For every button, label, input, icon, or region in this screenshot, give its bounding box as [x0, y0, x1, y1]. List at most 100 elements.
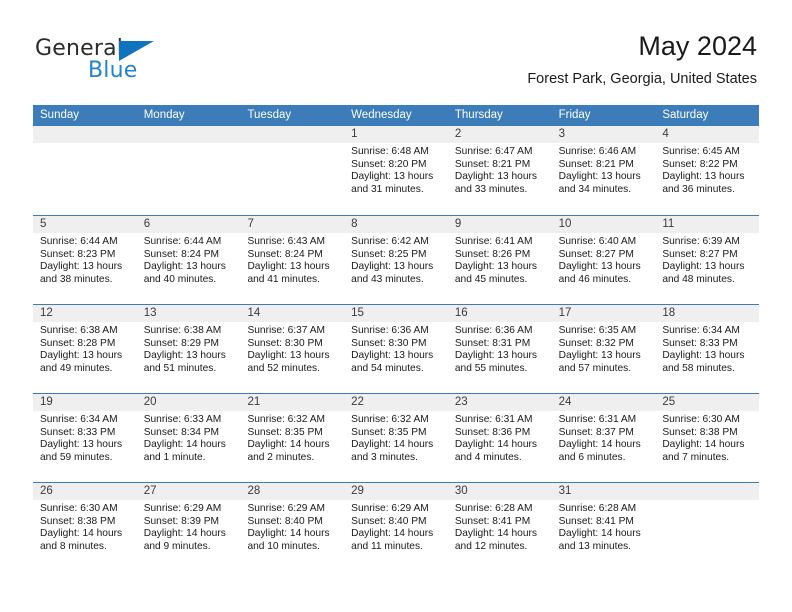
page-header: General Blue May 2024 Forest Park, Georg… — [0, 0, 792, 100]
day-cell[interactable]: 12 Sunrise: 6:38 AM Sunset: 8:28 PM Dayl… — [33, 305, 137, 393]
sunrise-text: Sunrise: 6:43 AM — [247, 236, 326, 247]
sunrise-text: Sunrise: 6:41 AM — [454, 236, 533, 247]
day-cell[interactable]: 4 Sunrise: 6:45 AM Sunset: 8:22 PM Dayli… — [655, 126, 760, 215]
day-details: Sunrise: 6:42 AM Sunset: 8:25 PM Dayligh… — [344, 233, 448, 286]
day-cell[interactable]: 1 Sunrise: 6:48 AM Sunset: 8:20 PM Dayli… — [344, 126, 448, 215]
day-cell[interactable]: 22 Sunrise: 6:32 AM Sunset: 8:35 PM Dayl… — [344, 394, 448, 482]
day-cell[interactable]: 9 Sunrise: 6:41 AM Sunset: 8:26 PM Dayli… — [447, 216, 552, 304]
daylight-text-line2: and 33 minutes. — [454, 183, 528, 195]
day-cell[interactable]: 26 Sunrise: 6:30 AM Sunset: 8:38 PM Dayl… — [33, 483, 137, 571]
sunset-text: Sunset: 8:33 PM — [662, 337, 738, 349]
daylight-text-line1: Daylight: 14 hours — [558, 528, 641, 540]
sunset-text: Sunset: 8:24 PM — [247, 248, 323, 260]
sunrise-text: Sunrise: 6:39 AM — [662, 236, 740, 247]
day-number: 25 — [655, 394, 760, 411]
day-cell[interactable]: 13 Sunrise: 6:38 AM Sunset: 8:29 PM Dayl… — [136, 305, 241, 393]
day-cell[interactable]: 31 Sunrise: 6:28 AM Sunset: 8:41 PM Dayl… — [551, 483, 656, 571]
daylight-text-line2: and 31 minutes. — [351, 183, 424, 195]
sunrise-text: Sunrise: 6:44 AM — [40, 236, 118, 247]
sunrise-text: Sunrise: 6:38 AM — [143, 325, 222, 336]
day-cell[interactable]: 10 Sunrise: 6:40 AM Sunset: 8:27 PM Dayl… — [551, 216, 656, 304]
day-number: 20 — [136, 394, 241, 411]
day-cell[interactable]: 27 Sunrise: 6:29 AM Sunset: 8:39 PM Dayl… — [136, 483, 241, 571]
day-details: Sunrise: 6:41 AM Sunset: 8:26 PM Dayligh… — [448, 233, 552, 286]
day-number: 4 — [655, 126, 760, 143]
weekday-header-saturday: Saturday — [662, 109, 709, 121]
day-number: 31 — [551, 483, 656, 500]
day-number: 14 — [240, 305, 345, 322]
daylight-text-line1: Daylight: 13 hours — [143, 350, 226, 362]
daylight-text-line2: and 57 minutes. — [558, 362, 632, 374]
day-cell[interactable]: 17 Sunrise: 6:35 AM Sunset: 8:32 PM Dayl… — [551, 305, 656, 393]
day-cell[interactable]: 20 Sunrise: 6:33 AM Sunset: 8:34 PM Dayl… — [136, 394, 241, 482]
day-cell[interactable]: 29 Sunrise: 6:29 AM Sunset: 8:40 PM Dayl… — [344, 483, 448, 571]
day-details: Sunrise: 6:28 AM Sunset: 8:41 PM Dayligh… — [552, 500, 656, 553]
day-cell[interactable]: 28 Sunrise: 6:29 AM Sunset: 8:40 PM Dayl… — [240, 483, 345, 571]
day-cell[interactable]: 8 Sunrise: 6:42 AM Sunset: 8:25 PM Dayli… — [344, 216, 448, 304]
sunrise-text: Sunrise: 6:30 AM — [40, 503, 118, 514]
day-number: 10 — [551, 216, 656, 233]
daylight-text-line1: Daylight: 13 hours — [351, 171, 434, 183]
sunset-text: Sunset: 8:28 PM — [40, 337, 116, 349]
sunrise-text: Sunrise: 6:28 AM — [558, 503, 637, 514]
day-cell[interactable]: 6 Sunrise: 6:44 AM Sunset: 8:24 PM Dayli… — [136, 216, 241, 304]
general-blue-logo[interactable]: General Blue — [35, 36, 215, 84]
day-cell-empty — [655, 483, 760, 571]
day-cell[interactable]: 25 Sunrise: 6:30 AM Sunset: 8:38 PM Dayl… — [655, 394, 760, 482]
weekday-header-friday: Friday — [558, 109, 591, 121]
sunrise-text: Sunrise: 6:32 AM — [247, 414, 326, 425]
day-number — [240, 126, 345, 143]
day-cell[interactable]: 30 Sunrise: 6:28 AM Sunset: 8:41 PM Dayl… — [447, 483, 552, 571]
daylight-text-line1: Daylight: 14 hours — [351, 439, 434, 451]
calendar-grid: Sunday Monday Tuesday Wednesday Thursday… — [33, 105, 760, 571]
calendar-page: General Blue May 2024 Forest Park, Georg… — [0, 0, 792, 612]
day-cell[interactable]: 18 Sunrise: 6:34 AM Sunset: 8:33 PM Dayl… — [655, 305, 760, 393]
daylight-text-line1: Daylight: 14 hours — [143, 528, 226, 540]
daylight-text-line1: Daylight: 13 hours — [662, 171, 745, 183]
daylight-text-line1: Daylight: 14 hours — [40, 528, 123, 540]
day-details: Sunrise: 6:46 AM Sunset: 8:21 PM Dayligh… — [552, 143, 656, 196]
day-details: Sunrise: 6:38 AM Sunset: 8:29 PM Dayligh… — [137, 322, 241, 375]
sunrise-text: Sunrise: 6:29 AM — [247, 503, 326, 514]
sunset-text: Sunset: 8:30 PM — [247, 337, 323, 349]
day-details: Sunrise: 6:36 AM Sunset: 8:30 PM Dayligh… — [344, 322, 448, 375]
daylight-text-line2: and 54 minutes. — [351, 362, 424, 374]
daylight-text-line2: and 41 minutes. — [247, 273, 320, 285]
sunrise-text: Sunrise: 6:31 AM — [558, 414, 637, 425]
daylight-text-line1: Daylight: 14 hours — [662, 439, 745, 451]
day-details: Sunrise: 6:29 AM Sunset: 8:39 PM Dayligh… — [137, 500, 241, 553]
day-number: 19 — [33, 394, 137, 411]
day-cell[interactable]: 15 Sunrise: 6:36 AM Sunset: 8:30 PM Dayl… — [344, 305, 448, 393]
day-cell[interactable]: 11 Sunrise: 6:39 AM Sunset: 8:27 PM Dayl… — [655, 216, 760, 304]
sunset-text: Sunset: 8:38 PM — [662, 426, 738, 438]
daylight-text-line1: Daylight: 14 hours — [247, 528, 330, 540]
daylight-text-line2: and 11 minutes. — [351, 540, 423, 552]
day-cell[interactable]: 7 Sunrise: 6:43 AM Sunset: 8:24 PM Dayli… — [240, 216, 345, 304]
day-number — [33, 126, 137, 143]
day-cell[interactable]: 14 Sunrise: 6:37 AM Sunset: 8:30 PM Dayl… — [240, 305, 345, 393]
day-details: Sunrise: 6:29 AM Sunset: 8:40 PM Dayligh… — [344, 500, 448, 553]
day-cell[interactable]: 5 Sunrise: 6:44 AM Sunset: 8:23 PM Dayli… — [33, 216, 137, 304]
day-cell[interactable]: 24 Sunrise: 6:31 AM Sunset: 8:37 PM Dayl… — [551, 394, 656, 482]
daylight-text-line2: and 9 minutes. — [143, 540, 211, 552]
day-cell[interactable]: 23 Sunrise: 6:31 AM Sunset: 8:36 PM Dayl… — [447, 394, 552, 482]
daylight-text-line1: Daylight: 13 hours — [351, 261, 434, 273]
day-cell[interactable]: 2 Sunrise: 6:47 AM Sunset: 8:21 PM Dayli… — [447, 126, 552, 215]
page-title: May 2024 — [638, 31, 757, 61]
sunset-text: Sunset: 8:40 PM — [351, 515, 427, 527]
sunset-text: Sunset: 8:20 PM — [351, 158, 427, 170]
sunset-text: Sunset: 8:40 PM — [247, 515, 323, 527]
sunrise-text: Sunrise: 6:28 AM — [454, 503, 533, 514]
sunset-text: Sunset: 8:21 PM — [454, 158, 531, 170]
daylight-text-line1: Daylight: 13 hours — [454, 171, 537, 183]
weekday-header-thursday: Thursday — [454, 109, 503, 121]
day-cell[interactable]: 19 Sunrise: 6:34 AM Sunset: 8:33 PM Dayl… — [33, 394, 137, 482]
daylight-text-line2: and 13 minutes. — [558, 540, 632, 552]
daylight-text-line1: Daylight: 13 hours — [40, 350, 123, 362]
day-cell[interactable]: 21 Sunrise: 6:32 AM Sunset: 8:35 PM Dayl… — [240, 394, 345, 482]
day-cell[interactable]: 16 Sunrise: 6:36 AM Sunset: 8:31 PM Dayl… — [447, 305, 552, 393]
daylight-text-line1: Daylight: 13 hours — [40, 261, 123, 273]
day-number: 18 — [655, 305, 760, 322]
day-cell[interactable]: 3 Sunrise: 6:46 AM Sunset: 8:21 PM Dayli… — [551, 126, 656, 215]
day-details: Sunrise: 6:40 AM Sunset: 8:27 PM Dayligh… — [552, 233, 656, 286]
